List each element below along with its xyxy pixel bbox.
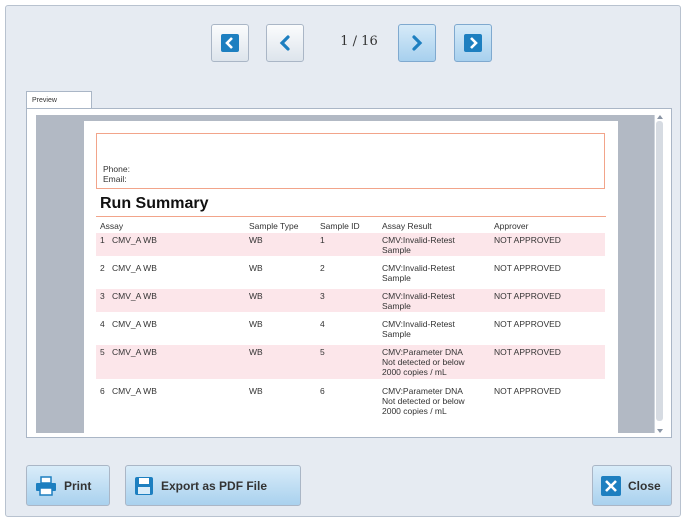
approver-cell: NOT APPROVED bbox=[494, 319, 561, 329]
vertical-scrollbar[interactable] bbox=[654, 115, 664, 433]
sample-type-cell: WB bbox=[249, 291, 263, 301]
first-page-button[interactable] bbox=[211, 24, 249, 62]
next-page-icon bbox=[412, 35, 423, 51]
printer-icon bbox=[35, 475, 57, 496]
previous-page-button[interactable] bbox=[266, 24, 304, 62]
row-number: 2 bbox=[100, 263, 105, 273]
email-label: Email: bbox=[103, 174, 127, 184]
row-number: 3 bbox=[100, 291, 105, 301]
print-button[interactable]: Print bbox=[26, 465, 110, 506]
export-pdf-label: Export as PDF File bbox=[161, 478, 268, 493]
export-pdf-button[interactable]: Export as PDF File bbox=[125, 465, 301, 506]
section-title: Run Summary bbox=[100, 195, 209, 212]
sample-id-cell: 1 bbox=[320, 235, 325, 245]
close-label: Close bbox=[628, 478, 661, 493]
table-row: 4 CMV_A WB WB 4 CMV:Invalid-Retest Sampl… bbox=[96, 317, 605, 340]
sample-type-cell: WB bbox=[249, 263, 263, 273]
scroll-thumb[interactable] bbox=[656, 121, 663, 421]
table-row: 1 CMV_A WB WB 1 CMV:Invalid-Retest Sampl… bbox=[96, 233, 605, 256]
sample-id-cell: 4 bbox=[320, 319, 325, 329]
column-header-approver: Approver bbox=[494, 221, 529, 231]
row-number: 4 bbox=[100, 319, 105, 329]
approver-cell: NOT APPROVED bbox=[494, 291, 561, 301]
close-button[interactable]: Close bbox=[592, 465, 672, 506]
next-page-button[interactable] bbox=[398, 24, 436, 62]
print-label: Print bbox=[64, 478, 92, 493]
assay-result-cell: CMV:Invalid-Retest Sample bbox=[382, 263, 455, 283]
row-number: 6 bbox=[100, 386, 105, 396]
document-viewer[interactable]: Phone: Email: Run Summary Assay Sample T… bbox=[36, 115, 664, 433]
approver-cell: NOT APPROVED bbox=[494, 386, 561, 396]
title-divider bbox=[96, 216, 606, 217]
last-page-icon bbox=[464, 34, 482, 52]
first-page-icon bbox=[221, 34, 239, 52]
close-icon bbox=[601, 475, 621, 496]
contact-info-box: Phone: Email: bbox=[96, 133, 605, 189]
assay-result-cell: CMV:Invalid-Retest Sample bbox=[382, 291, 455, 311]
sample-id-cell: 3 bbox=[320, 291, 325, 301]
previous-page-icon bbox=[279, 35, 290, 51]
row-number: 5 bbox=[100, 347, 105, 357]
assay-cell: CMV_A WB bbox=[112, 386, 157, 396]
row-number: 1 bbox=[100, 235, 105, 245]
sample-type-cell: WB bbox=[249, 319, 263, 329]
sample-type-cell: WB bbox=[249, 235, 263, 245]
assay-result-cell: CMV:Invalid-Retest Sample bbox=[382, 319, 455, 339]
scroll-down-arrow-icon[interactable] bbox=[657, 429, 663, 433]
table-row: 6 CMV_A WB WB 6 CMV:Parameter DNA Not de… bbox=[96, 384, 605, 418]
assay-result-cell: CMV:Parameter DNA Not detected or below … bbox=[382, 386, 465, 416]
sample-type-cell: WB bbox=[249, 386, 263, 396]
assay-cell: CMV_A WB bbox=[112, 319, 157, 329]
sample-type-cell: WB bbox=[249, 347, 263, 357]
last-page-button[interactable] bbox=[454, 24, 492, 62]
assay-cell: CMV_A WB bbox=[112, 291, 157, 301]
table-row: 3 CMV_A WB WB 3 CMV:Invalid-Retest Sampl… bbox=[96, 289, 605, 312]
approver-cell: NOT APPROVED bbox=[494, 263, 561, 273]
column-header-sample-id: Sample ID bbox=[320, 221, 360, 231]
assay-cell: CMV_A WB bbox=[112, 347, 157, 357]
column-header-sample-type: Sample Type bbox=[249, 221, 299, 231]
assay-cell: CMV_A WB bbox=[112, 263, 157, 273]
column-header-assay-result: Assay Result bbox=[382, 221, 432, 231]
save-disk-icon bbox=[134, 476, 154, 496]
column-header-assay: Assay bbox=[100, 221, 124, 231]
page-counter: 1 / 16 bbox=[340, 34, 378, 49]
sample-id-cell: 6 bbox=[320, 386, 325, 396]
approver-cell: NOT APPROVED bbox=[494, 347, 561, 357]
report-page: Phone: Email: Run Summary Assay Sample T… bbox=[84, 121, 618, 433]
tab-preview[interactable]: Preview bbox=[26, 91, 92, 109]
phone-label: Phone: bbox=[103, 164, 130, 174]
assay-cell: CMV_A WB bbox=[112, 235, 157, 245]
table-row: 2 CMV_A WB WB 2 CMV:Invalid-Retest Sampl… bbox=[96, 261, 605, 284]
sample-id-cell: 5 bbox=[320, 347, 325, 357]
scroll-up-arrow-icon[interactable] bbox=[657, 115, 663, 119]
approver-cell: NOT APPROVED bbox=[494, 235, 561, 245]
assay-result-cell: CMV:Parameter DNA Not detected or below … bbox=[382, 347, 465, 377]
table-row: 5 CMV_A WB WB 5 CMV:Parameter DNA Not de… bbox=[96, 345, 605, 379]
assay-result-cell: CMV:Invalid-Retest Sample bbox=[382, 235, 455, 255]
sample-id-cell: 2 bbox=[320, 263, 325, 273]
